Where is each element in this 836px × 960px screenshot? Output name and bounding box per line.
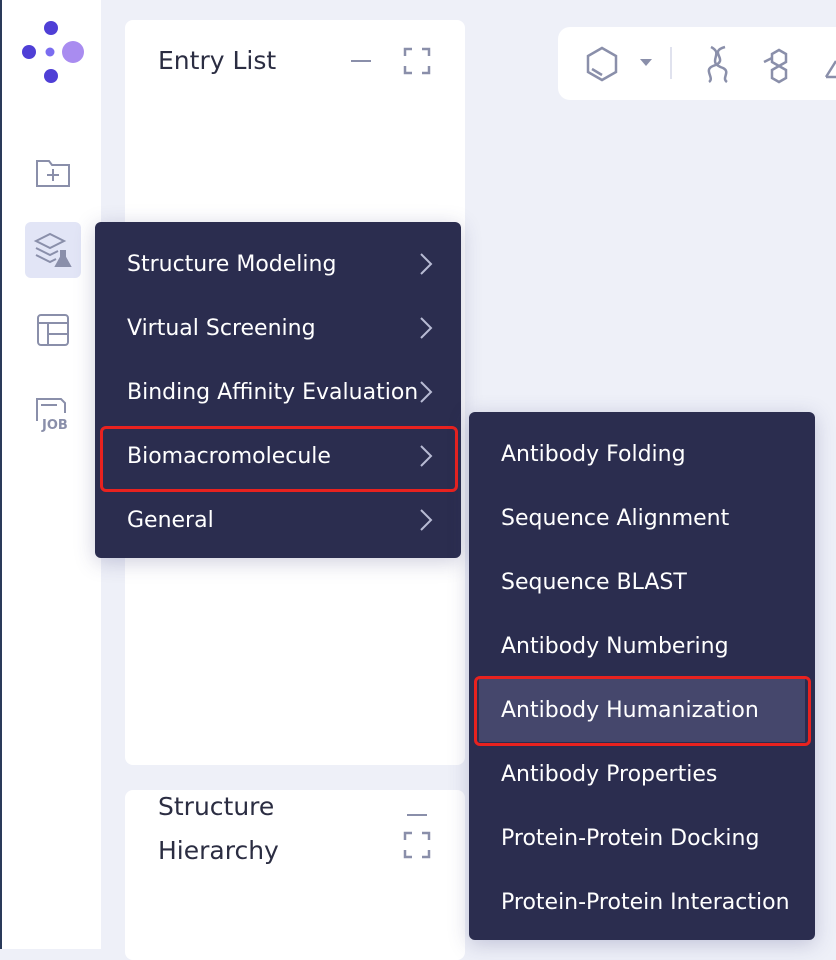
menu-item-label: Protein-Protein Docking (501, 825, 760, 851)
structure-hierarchy-title-line1: Structure (158, 792, 275, 821)
app-logo (18, 18, 88, 88)
minimize-icon[interactable] (402, 800, 432, 830)
job-icon[interactable]: JOB (25, 384, 81, 440)
submenu-item-antibody-properties[interactable]: Antibody Properties (469, 742, 815, 806)
menu-item-label: Binding Affinity Evaluation (127, 379, 419, 405)
biomacromolecule-submenu: Antibody Folding Sequence Alignment Sequ… (469, 412, 815, 940)
maximize-icon[interactable] (402, 46, 432, 76)
menu-item-general[interactable]: General (95, 488, 461, 552)
toolbar-divider (670, 47, 672, 79)
menu-item-label: Sequence BLAST (501, 569, 687, 595)
menu-item-label: Biomacromolecule (127, 443, 331, 469)
helix-icon[interactable] (698, 44, 738, 84)
tools-menu: Structure Modeling Virtual Screening Bin… (95, 222, 461, 558)
new-folder-icon[interactable] (25, 144, 81, 200)
menu-item-label: Antibody Humanization (501, 697, 759, 723)
svg-text:JOB: JOB (41, 418, 68, 433)
minimize-icon[interactable] (346, 46, 376, 76)
layout-icon[interactable] (25, 302, 81, 358)
menu-item-label: Antibody Numbering (501, 633, 729, 659)
tools-icon[interactable] (25, 222, 81, 278)
menu-item-label: Structure Modeling (127, 251, 337, 277)
menu-item-label: General (127, 507, 214, 533)
chevron-right-icon (420, 317, 433, 339)
submenu-item-sequence-blast[interactable]: Sequence BLAST (469, 550, 815, 614)
dropdown-icon[interactable] (638, 55, 654, 71)
menu-item-virtual-screening[interactable]: Virtual Screening (95, 296, 461, 360)
menu-item-biomacromolecule[interactable]: Biomacromolecule (95, 424, 461, 488)
pencil-icon[interactable] (822, 51, 836, 81)
chevron-right-icon (420, 253, 433, 275)
molecule-icon[interactable] (758, 44, 800, 84)
structure-hierarchy-panel: Structure Hierarchy (125, 790, 465, 960)
submenu-item-sequence-alignment[interactable]: Sequence Alignment (469, 486, 815, 550)
menu-item-binding-affinity[interactable]: Binding Affinity Evaluation (95, 360, 461, 424)
menu-item-structure-modeling[interactable]: Structure Modeling (95, 232, 461, 296)
menu-item-label: Sequence Alignment (501, 505, 730, 531)
submenu-item-protein-protein-docking[interactable]: Protein-Protein Docking (469, 806, 815, 870)
submenu-item-antibody-humanization[interactable]: Antibody Humanization (479, 678, 805, 742)
hexagon-icon[interactable] (582, 44, 622, 84)
submenu-item-antibody-numbering[interactable]: Antibody Numbering (469, 614, 815, 678)
structure-hierarchy-title-line2: Hierarchy (158, 836, 279, 865)
submenu-item-protein-protein-interaction[interactable]: Protein-Protein Interaction (469, 870, 815, 934)
molecule-toolbar (558, 27, 836, 100)
chevron-right-icon (420, 445, 433, 467)
sidebar: JOB (0, 0, 101, 949)
menu-item-label: Antibody Folding (501, 441, 686, 467)
submenu-item-antibody-folding[interactable]: Antibody Folding (469, 422, 815, 486)
maximize-icon[interactable] (402, 830, 432, 860)
menu-item-label: Protein-Protein Interaction (501, 889, 790, 915)
menu-item-label: Antibody Properties (501, 761, 718, 787)
chevron-right-icon (420, 381, 433, 403)
menu-item-label: Virtual Screening (127, 315, 316, 341)
chevron-right-icon (420, 509, 433, 531)
entry-list-title: Entry List (158, 46, 277, 75)
